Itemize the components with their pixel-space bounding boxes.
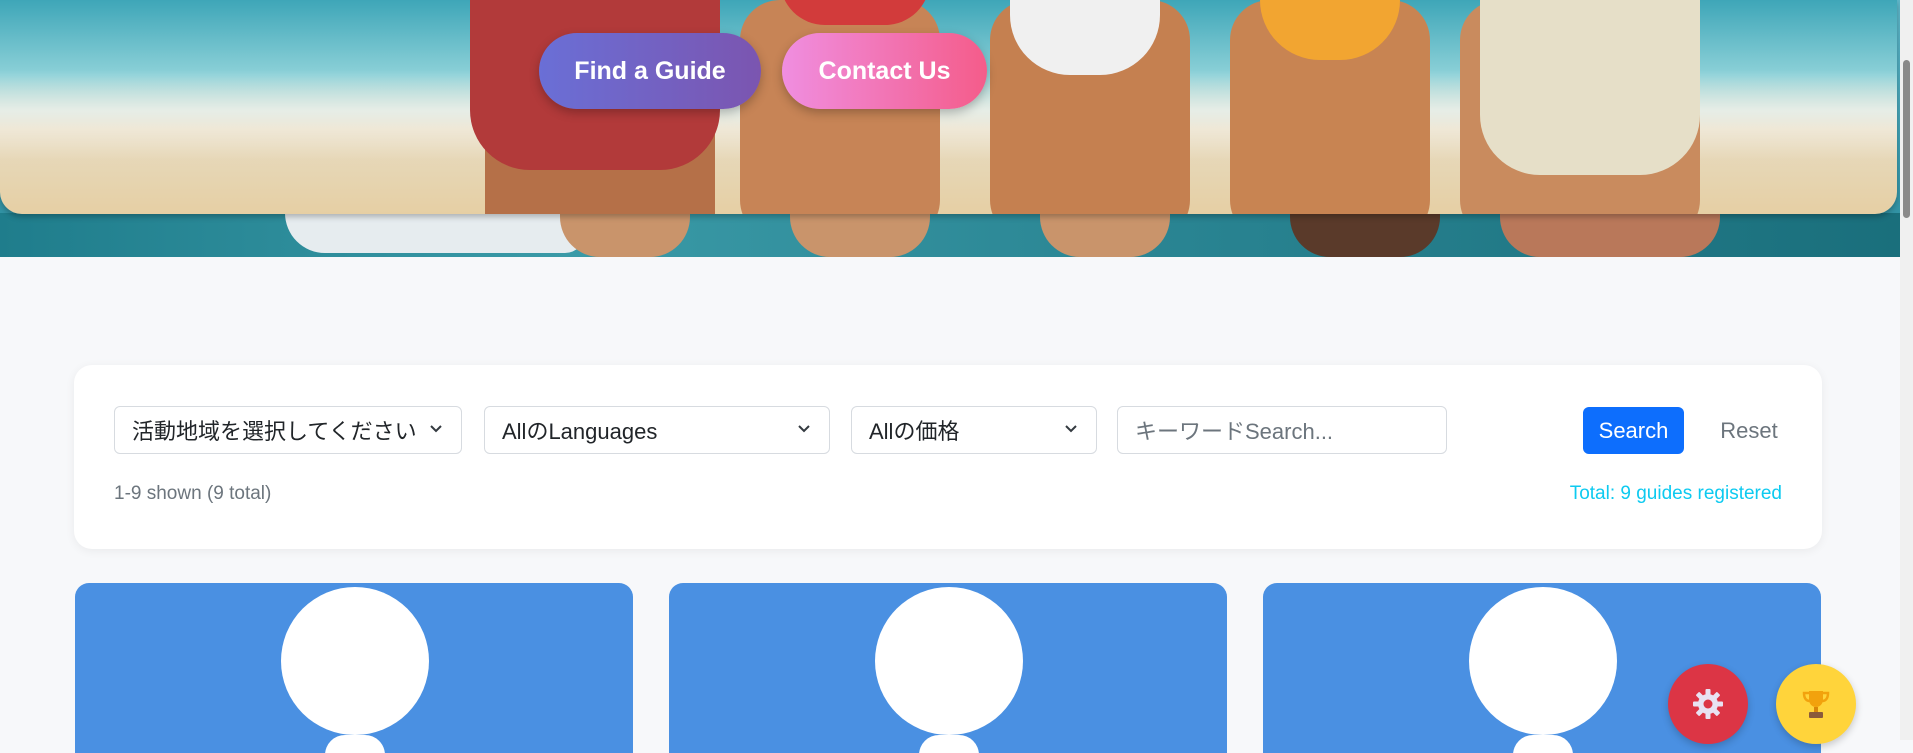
region-select[interactable]: 活動地域を選択してください [114,406,462,454]
results-shown-text: 1-9 shown (9 total) [114,483,272,504]
hero-banner: Find a Guide Contact Us [0,0,1900,257]
region-select-value: 活動地域を選択してください [132,419,417,444]
price-select[interactable]: Allの価格 [851,406,1097,454]
chevron-down-icon [798,425,810,433]
total-guides-text: Total: 9 guides registered [1569,483,1782,504]
chevron-down-icon [430,425,442,433]
gear-icon [1693,689,1723,719]
page-scrollbar[interactable] [1900,0,1913,740]
hero-photo-strip [0,213,1900,257]
trophy-icon [1802,691,1830,718]
avatar [1469,587,1617,735]
price-select-value: Allの価格 [869,419,960,444]
find-guide-button[interactable]: Find a Guide [539,33,761,109]
search-button[interactable]: Search [1583,407,1684,454]
keyword-search-input[interactable]: キーワードSearch... [1117,406,1447,454]
reset-button[interactable]: Reset [1699,407,1799,454]
guide-card[interactable] [669,583,1227,753]
settings-button[interactable] [1668,664,1748,744]
avatar [281,587,429,735]
language-select-value: AllのLanguages [502,419,658,444]
guide-card[interactable] [75,583,633,753]
language-select[interactable]: AllのLanguages [484,406,830,454]
scrollbar-thumb[interactable] [1903,60,1910,218]
search-filter-card: 活動地域を選択してください AllのLanguages Allの価格 キーワード… [74,365,1822,549]
contact-us-button[interactable]: Contact Us [782,33,987,109]
avatar [875,587,1023,735]
chevron-down-icon [1065,425,1077,433]
trophy-button[interactable] [1776,664,1856,744]
